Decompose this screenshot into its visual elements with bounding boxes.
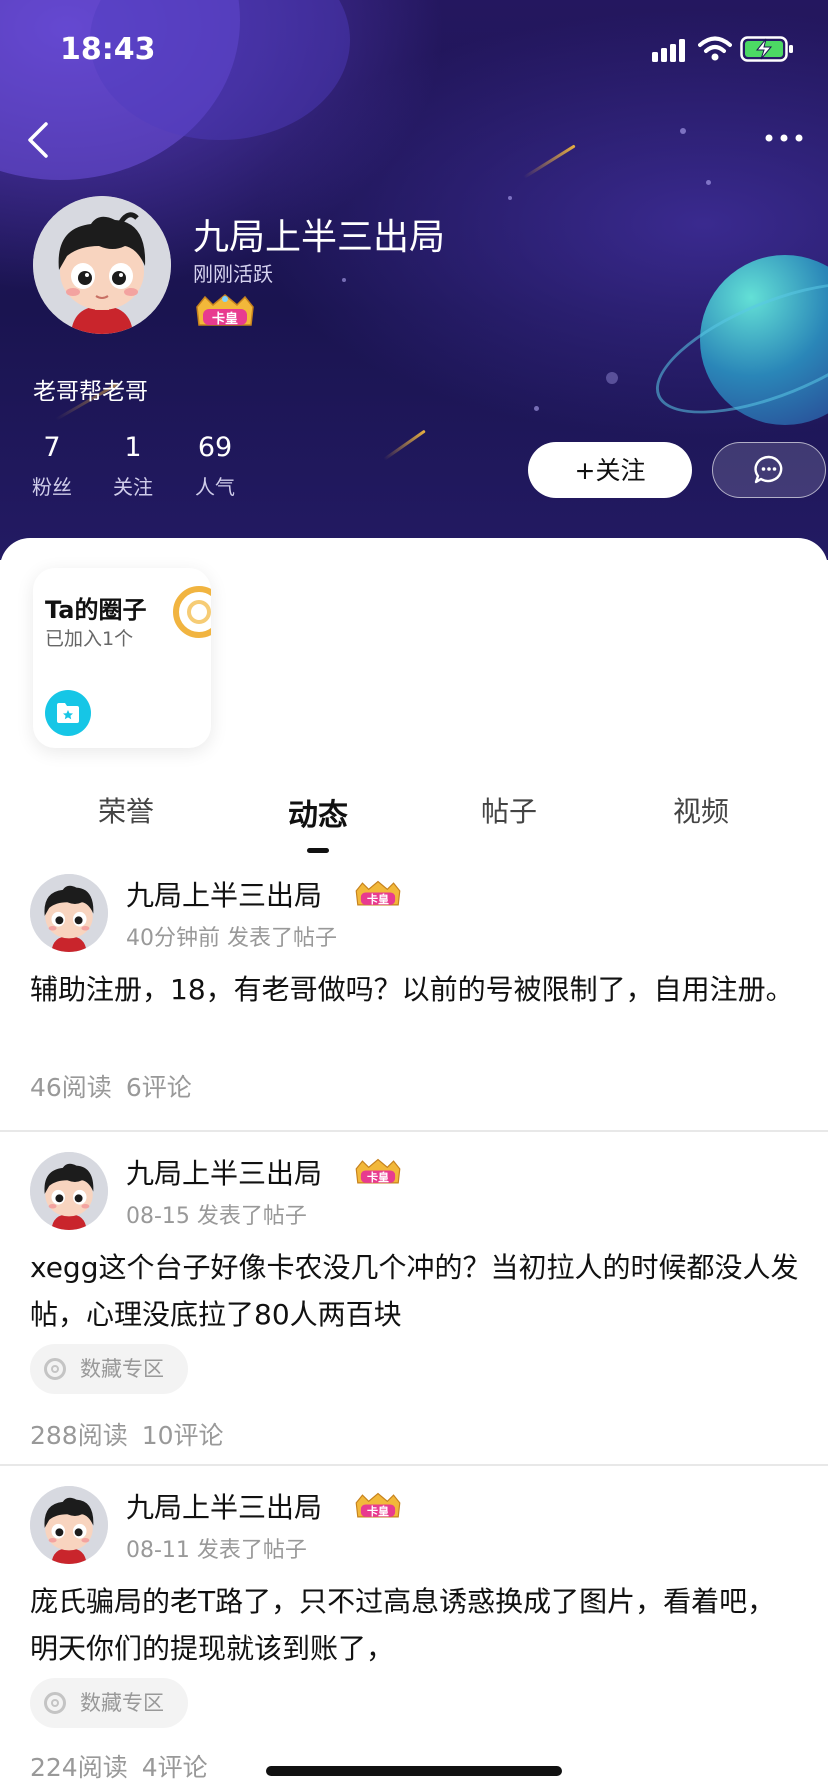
folder-glyph bbox=[57, 703, 79, 723]
feed-post[interactable]: 九局上半三出局 卡皇 08-15 发表了帖子 xegg这个台子好像卡农没几个冲的… bbox=[0, 1152, 828, 1452]
read-count: 224阅读 bbox=[30, 1753, 128, 1782]
cartoon-boy-avatar bbox=[30, 874, 108, 952]
profile-avatar[interactable] bbox=[33, 196, 171, 334]
crown-badge-icon: 卡皇 bbox=[352, 1158, 404, 1186]
circle-subtitle: 已加入1个 bbox=[45, 628, 134, 650]
profile-name: 九局上半三出局 bbox=[193, 217, 446, 258]
profile-header: 18:43 九局上半三出局 刚刚活跃 卡皇 老哥帮老哥 7 粉丝 1 关注 69… bbox=[0, 0, 828, 560]
comment-count[interactable]: 10评论 bbox=[142, 1421, 224, 1450]
crown-badge-icon: 卡皇 bbox=[352, 1492, 404, 1520]
stat-following[interactable]: 1 关注 bbox=[113, 432, 153, 500]
post-text[interactable]: 辅助注册，18，有老哥做吗？以前的号被限制了，自用注册。 bbox=[30, 966, 800, 1013]
stat-label: 粉丝 bbox=[32, 475, 72, 499]
post-meta: 08-11 发表了帖子 bbox=[126, 1538, 307, 1563]
star bbox=[534, 406, 539, 411]
profile-tabs: 荣誉 动态 帖子 视频 bbox=[0, 790, 828, 850]
star bbox=[706, 180, 711, 185]
author-name[interactable]: 九局上半三出局 bbox=[126, 874, 322, 914]
tab-posts[interactable]: 帖子 bbox=[449, 790, 569, 830]
author-name[interactable]: 九局上半三出局 bbox=[126, 1486, 322, 1526]
cartoon-boy-avatar bbox=[33, 196, 171, 334]
author-avatar[interactable] bbox=[30, 1486, 108, 1564]
stat-label: 人气 bbox=[195, 475, 235, 499]
circle-ring-icon bbox=[173, 586, 211, 638]
star bbox=[680, 128, 686, 134]
topic-tag[interactable]: 数藏专区 bbox=[30, 1678, 188, 1728]
post-stats: 288阅读 10评论 bbox=[30, 1416, 238, 1452]
chat-bubble-icon bbox=[754, 455, 783, 484]
folder-star-icon bbox=[45, 690, 91, 736]
cartoon-boy-avatar bbox=[30, 1486, 108, 1564]
topic-label: 数藏专区 bbox=[80, 1357, 164, 1381]
star bbox=[342, 278, 346, 282]
meteor bbox=[383, 429, 426, 461]
cellular-signal-icon bbox=[652, 39, 685, 62]
comment-count[interactable]: 4评论 bbox=[142, 1753, 208, 1782]
post-meta: 08-15 发表了帖子 bbox=[126, 1204, 307, 1229]
author-avatar[interactable] bbox=[30, 874, 108, 952]
stat-value: 1 bbox=[124, 432, 142, 463]
divider bbox=[0, 1464, 828, 1466]
stat-popularity[interactable]: 69 人气 bbox=[193, 432, 237, 500]
message-button[interactable] bbox=[712, 442, 826, 498]
star bbox=[606, 372, 618, 384]
tab-activity[interactable]: 动态 bbox=[258, 790, 378, 834]
topic-icon bbox=[44, 1692, 66, 1714]
tab-videos[interactable]: 视频 bbox=[641, 790, 761, 830]
topic-label: 数藏专区 bbox=[80, 1691, 164, 1715]
home-indicator[interactable] bbox=[266, 1766, 562, 1776]
feed-post[interactable]: 九局上半三出局 卡皇 40分钟前 发表了帖子 辅助注册，18，有老哥做吗？以前的… bbox=[0, 874, 828, 1124]
circle-title: Ta的圈子 bbox=[45, 596, 147, 624]
stat-value: 7 bbox=[43, 432, 61, 463]
back-arrow-icon[interactable] bbox=[22, 118, 62, 162]
level-badge[interactable]: 卡皇 bbox=[193, 293, 257, 329]
status-bar: 18:43 bbox=[0, 0, 828, 100]
author-avatar[interactable] bbox=[30, 1152, 108, 1230]
read-count: 288阅读 bbox=[30, 1421, 128, 1450]
wifi-icon bbox=[698, 36, 732, 61]
stat-fans[interactable]: 7 粉丝 bbox=[32, 432, 72, 500]
post-text[interactable]: 庞氏骗局的老T路了，只不过高息诱惑换成了图片，看着吧，明天你们的提现就该到账了， bbox=[30, 1578, 800, 1672]
post-stats: 224阅读 4评论 bbox=[30, 1748, 222, 1784]
topic-icon bbox=[44, 1358, 66, 1380]
feed-post[interactable]: 九局上半三出局 卡皇 08-11 发表了帖子 庞氏骗局的老T路了，只不过高息诱惑… bbox=[0, 1486, 828, 1786]
active-tab-indicator bbox=[307, 848, 329, 853]
badge-label: 卡皇 bbox=[211, 312, 238, 327]
status-time: 18:43 bbox=[60, 32, 156, 67]
badge-label: 卡皇 bbox=[367, 1171, 389, 1184]
topic-tag[interactable]: 数藏专区 bbox=[30, 1344, 188, 1394]
crown-badge-icon: 卡皇 bbox=[352, 880, 404, 908]
tab-honor[interactable]: 荣誉 bbox=[66, 790, 186, 830]
follow-button[interactable]: +关注 bbox=[528, 442, 692, 498]
meteor bbox=[523, 144, 576, 179]
more-options-icon[interactable] bbox=[762, 126, 806, 150]
badge-label: 卡皇 bbox=[367, 893, 389, 906]
divider bbox=[0, 1130, 828, 1132]
stat-value: 69 bbox=[197, 432, 233, 463]
active-status: 刚刚活跃 bbox=[193, 262, 273, 286]
author-name[interactable]: 九局上半三出局 bbox=[126, 1152, 322, 1192]
profile-bio: 老哥帮老哥 bbox=[33, 379, 148, 405]
comment-count[interactable]: 6评论 bbox=[126, 1073, 192, 1102]
battery-charging-icon bbox=[740, 36, 793, 62]
post-stats: 46阅读 6评论 bbox=[30, 1068, 206, 1104]
badge-label: 卡皇 bbox=[367, 1505, 389, 1518]
cartoon-boy-avatar bbox=[30, 1152, 108, 1230]
stat-label: 关注 bbox=[113, 475, 153, 499]
post-text[interactable]: xegg这个台子好像卡农没几个冲的？当初拉人的时候都没人发帖，心理没底拉了80人… bbox=[30, 1244, 800, 1338]
circle-card[interactable]: Ta的圈子 已加入1个 bbox=[33, 568, 211, 748]
post-meta: 40分钟前 发表了帖子 bbox=[126, 926, 337, 951]
read-count: 46阅读 bbox=[30, 1073, 112, 1102]
star bbox=[508, 196, 512, 200]
